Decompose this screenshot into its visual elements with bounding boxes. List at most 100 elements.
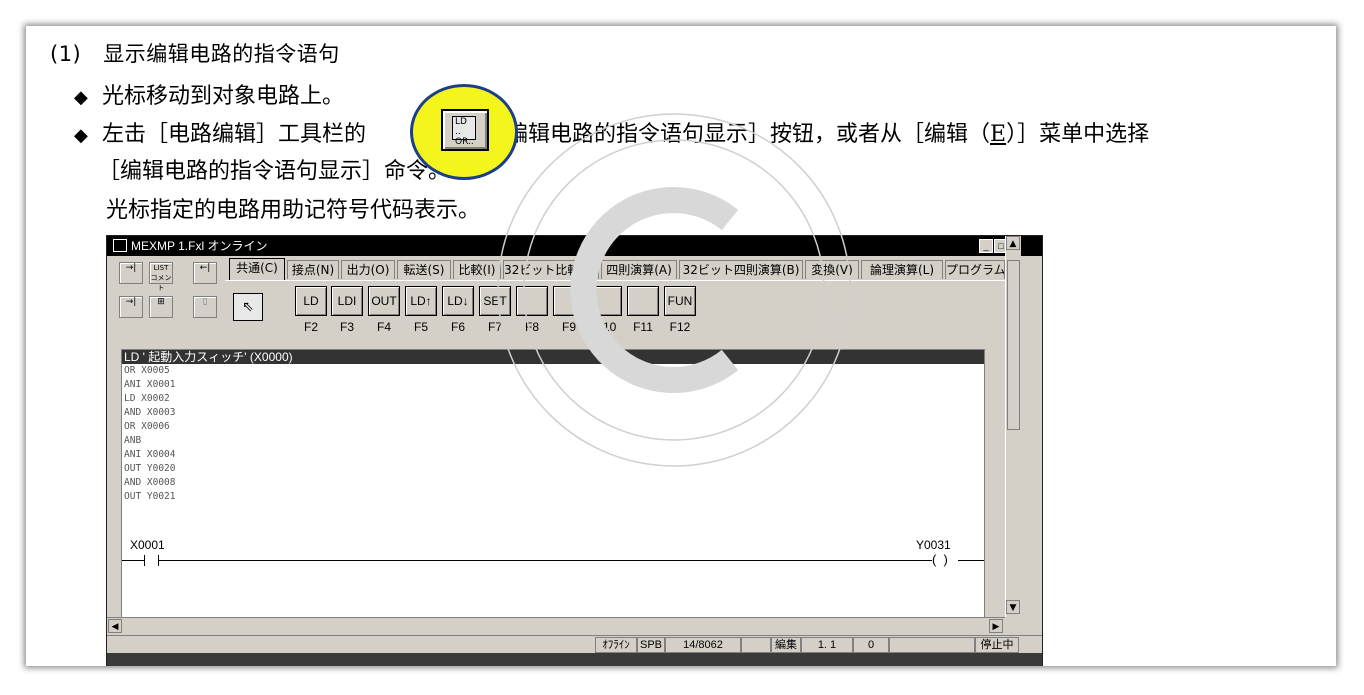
menu-accelerator-e: E (990, 122, 1007, 147)
vertical-scrollbar[interactable]: ▲ ▼ (1005, 236, 1021, 617)
tab-program[interactable]: プログラム (945, 260, 1005, 279)
bullet-line-2: ◆ 左击［电路编辑］工具栏的 ［编辑电路的指令语句显示］按钮，或者从［编辑（E）］菜… (74, 116, 1149, 148)
delete-row-icon[interactable]: ←| (193, 262, 217, 284)
fkey-ld-button[interactable]: LD (295, 286, 327, 316)
app-icon (113, 239, 127, 252)
bullet-text-1: 光标移动到对象电路上。 (102, 84, 345, 109)
window-title: MEXMP 1.Fxl オンライン (131, 239, 268, 253)
status-plc-type: SPB (637, 637, 665, 653)
section-heading: (1) 显示编辑电路的指令语句 (50, 38, 340, 68)
insert-col-icon[interactable]: →| (119, 296, 143, 318)
tab-compare[interactable]: 比較(I) (453, 260, 501, 279)
bullet-line-1: ◆ 光标移动到对象电路上。 (74, 78, 344, 110)
instruction-line: AND X0008 (124, 477, 176, 488)
tab-logic[interactable]: 論理演算(L) (861, 260, 943, 279)
ld-or-icon: LD .. OR.. (452, 116, 476, 147)
disabled-tool-icon[interactable]: ▯ (193, 296, 217, 318)
fkey-f11-button[interactable] (627, 286, 659, 316)
instruction-line: OUT Y0020 (124, 463, 176, 474)
scroll-right-icon[interactable]: ▶ (989, 619, 1003, 633)
selected-instruction-line: LD ' 起動入力スィッチ' (X0000) (122, 350, 984, 364)
instruction-display-button[interactable]: LD .. OR.. (441, 109, 489, 151)
fkey-set-key: F7 (487, 320, 502, 334)
fkey-ldi-button[interactable]: LDI (331, 286, 363, 316)
coil-label: Y0031 (916, 538, 951, 552)
gx-developer-window: MEXMP 1.Fxl オンライン _ □ →| LIST コメント ←| →| … (106, 235, 1043, 666)
status-position: 1. 1 (801, 637, 853, 653)
fkey-out-key: F4 (376, 320, 391, 334)
fkey-f11-key: F11 (633, 320, 653, 334)
tab-arithmetic[interactable]: 四則演算(A) (601, 260, 677, 279)
scroll-down-icon[interactable]: ▼ (1006, 600, 1020, 614)
instruction-line: ANI X0004 (124, 449, 176, 460)
tab-convert[interactable]: 変換(V) (805, 260, 859, 279)
tab-transfer[interactable]: 転送(S) (397, 260, 451, 279)
magnified-button-callout: LD .. OR.. (410, 84, 518, 180)
status-edit-mode: 編集 (771, 637, 801, 653)
taskbar-strip (107, 653, 1042, 666)
fkey-ldp-key: F5 (413, 320, 428, 334)
fkey-set-button[interactable]: SET (479, 286, 511, 316)
rung-wire-right (958, 560, 984, 561)
section-title: 显示编辑电路的指令语句 (103, 42, 340, 66)
minimize-button[interactable]: _ (979, 239, 993, 253)
window-titlebar: MEXMP 1.Fxl オンライン _ □ (107, 236, 1042, 256)
body-line-4: 光标指定的电路用助记符号代码表示。 (106, 198, 481, 223)
bullet-text-2c: ）］菜单中选择 (1006, 122, 1150, 147)
fkey-ldf-key: F6 (450, 320, 465, 334)
status-steps: 14/8062 (665, 637, 741, 653)
section-number: (1) (50, 42, 82, 66)
instruction-line: ANI X0001 (124, 379, 176, 390)
contact-left-bar (144, 555, 145, 566)
pointer-tool-button[interactable]: ⇖ (233, 293, 263, 321)
body-line-3: ［编辑电路的指令语句显示］命令。 (98, 159, 451, 184)
fkey-ld-key: F2 (303, 320, 318, 334)
tab-32bit-arithmetic[interactable]: 32ビット四則演算(B) (679, 260, 803, 279)
diamond-bullet-icon: ◆ (74, 87, 88, 108)
bullet-text-2a: 左击［电路编辑］工具栏的 (102, 122, 367, 147)
ladder-editor[interactable]: LD ' 起動入力スィッチ' (X0000) OR X0005 ANI X000… (121, 349, 985, 619)
diamond-bullet-icon: ◆ (74, 125, 88, 146)
fkey-ldi-key: F3 (339, 320, 354, 334)
contact-label: X0001 (130, 538, 165, 552)
instruction-line: LD X0002 (124, 393, 170, 404)
instruction-line: ANB (124, 435, 142, 446)
fkey-fun-key: F12 (669, 320, 691, 334)
bullet-text-2b: ［编辑电路的指令语句显示］按钮，或者从［编辑（ (484, 122, 991, 147)
tab-output[interactable]: 出力(O) (341, 260, 395, 279)
fkey-ldf-button[interactable]: LD↓ (442, 286, 474, 316)
fkey-f8-key: F8 (524, 320, 539, 334)
fkey-out-button[interactable]: OUT (368, 286, 400, 316)
scroll-left-icon[interactable]: ◀ (108, 619, 122, 633)
insert-row-icon[interactable]: →| (119, 262, 143, 284)
fkey-f8-button[interactable] (516, 286, 548, 316)
fkey-f10-button[interactable] (590, 286, 622, 316)
rung-wire (158, 560, 932, 561)
fkey-ldp-button[interactable]: LD↑ (405, 286, 437, 316)
grid-icon[interactable]: ⊞ (149, 296, 173, 318)
fkey-fun-button[interactable]: FUN (664, 286, 696, 316)
vertical-scroll-thumb[interactable] (1007, 260, 1020, 430)
toolbar-area: →| LIST コメント ←| →| ⊞ ▯ 共通(C) 接点(N) 出力(O) … (107, 256, 1005, 344)
list-comment-icon[interactable]: LIST コメント (149, 262, 173, 292)
fkey-f9-key: F9 (561, 320, 576, 334)
tab-common[interactable]: 共通(C) (229, 258, 285, 280)
coil-symbol: ( ) (932, 552, 948, 567)
scroll-up-icon[interactable]: ▲ (1006, 236, 1020, 250)
status-blank-1 (741, 637, 771, 653)
fkey-f10-key: F10 (595, 320, 617, 334)
tab-contact[interactable]: 接点(N) (287, 260, 339, 279)
instruction-line: OR X0006 (124, 421, 170, 432)
horizontal-scrollbar[interactable]: ◀ ▶ (107, 617, 1005, 634)
instruction-line: AND X0003 (124, 407, 176, 418)
status-bar: ｵﾌﾗｲﾝ SPB 14/8062 編集 1. 1 0 停止中 (107, 635, 1042, 654)
status-blank-2 (889, 637, 975, 653)
instruction-line: OR X0005 (124, 365, 170, 376)
document-page: (1) 显示编辑电路的指令语句 ◆ 光标移动到对象电路上。 ◆ 左击［电路编辑］工具栏… (26, 26, 1336, 666)
status-count: 0 (853, 637, 889, 653)
fkey-f9-button[interactable] (553, 286, 585, 316)
rung-wire-left (122, 560, 144, 561)
status-offline: ｵﾌﾗｲﾝ (595, 637, 637, 653)
instruction-line: OUT Y0021 (124, 491, 176, 502)
tab-32bit-compare[interactable]: 32ビット比較(D) (503, 260, 599, 279)
